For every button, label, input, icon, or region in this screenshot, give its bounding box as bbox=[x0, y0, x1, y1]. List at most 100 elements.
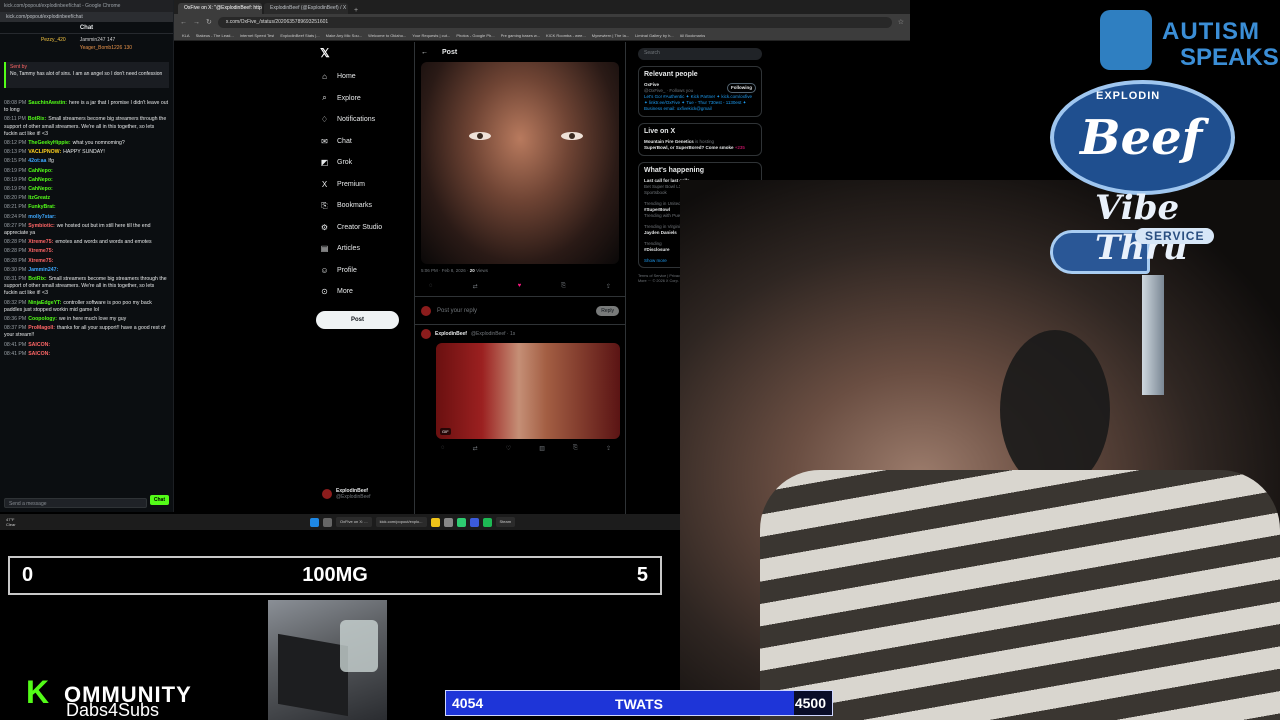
nav-item-articles[interactable]: ▤ Articles bbox=[316, 238, 406, 260]
settings-icon[interactable] bbox=[443, 517, 453, 527]
nav-item-creator-studio[interactable]: ⚙ Creator Studio bbox=[316, 217, 406, 239]
chat-username[interactable]: CahNepo: bbox=[28, 186, 53, 192]
bell-icon: ♢ bbox=[320, 115, 329, 125]
nav-item-home[interactable]: ⌂ Home bbox=[316, 66, 406, 88]
repost-icon[interactable]: ⇄ bbox=[473, 445, 478, 452]
reply-icon[interactable]: ◌ bbox=[429, 283, 433, 290]
spotify-icon[interactable] bbox=[482, 517, 492, 527]
chat-url-bar[interactable]: kick.com/popout/explodinbeef/chat bbox=[0, 12, 173, 22]
reply-author[interactable]: ExplodinBeef bbox=[435, 331, 467, 337]
search-icon[interactable] bbox=[323, 517, 332, 527]
repost-icon[interactable]: ⇄ bbox=[473, 283, 478, 290]
views-icon[interactable]: ▥ bbox=[539, 445, 545, 452]
nav-item-bookmarks[interactable]: ⎘ Bookmarks bbox=[316, 195, 406, 217]
account-switcher[interactable]: ExplodinBeef @ExplodinBeef bbox=[322, 488, 371, 500]
chat-username[interactable]: BotRix: bbox=[28, 276, 46, 282]
bookmark-item[interactable]: Welcome to Oklaho... bbox=[368, 33, 406, 38]
following-button[interactable]: Following bbox=[727, 83, 756, 93]
discord-icon[interactable] bbox=[469, 517, 479, 527]
bookmark-item[interactable]: All Bookmarks bbox=[680, 33, 706, 38]
chat-username[interactable]: SAICON: bbox=[28, 351, 50, 357]
chat-username[interactable]: 42ot:aa bbox=[28, 158, 46, 164]
bookmark-item[interactable]: KLA bbox=[182, 33, 190, 38]
chat-username[interactable]: NinjaEdgeYT: bbox=[28, 300, 61, 306]
nav-item-chat[interactable]: ✉ Chat bbox=[316, 131, 406, 153]
start-icon[interactable] bbox=[310, 517, 319, 527]
bookmark-item[interactable]: Make Any Mic Sou... bbox=[326, 33, 362, 38]
tab-oxfive-post[interactable]: OxFive on X: "@ExplodinBeef: https:// bbox=[178, 3, 262, 14]
chat-username[interactable]: BotRix: bbox=[28, 116, 46, 122]
share-icon[interactable]: ⇪ bbox=[606, 283, 611, 290]
chat-message-input[interactable]: Send a message bbox=[4, 498, 147, 508]
nav-item-premium[interactable]: X Premium bbox=[316, 174, 406, 196]
chat-username[interactable]: Coopology: bbox=[28, 316, 57, 322]
taskbar-steam[interactable]: Steam bbox=[495, 517, 516, 527]
chat-username[interactable]: CahNepo: bbox=[28, 168, 53, 174]
reply-button[interactable]: Reply bbox=[596, 305, 619, 316]
reload-icon[interactable]: ↻ bbox=[206, 18, 212, 26]
chat-username[interactable]: CahNepo: bbox=[28, 177, 53, 183]
home-icon: ⌂ bbox=[322, 72, 327, 82]
chat-username[interactable]: FunkyBrat: bbox=[28, 204, 55, 210]
chat-timestamp: 08:41 PM bbox=[4, 350, 27, 357]
new-tab-icon[interactable]: + bbox=[350, 7, 362, 14]
share-icon[interactable]: ⇪ bbox=[606, 445, 611, 452]
nav-item-profile[interactable]: ☺ Profile bbox=[316, 260, 406, 282]
address-bar[interactable]: x.com/OxFive_/status/2020635789693251601 bbox=[217, 16, 892, 28]
bookmark-item[interactable]: Stakeus - The Lead... bbox=[196, 33, 234, 38]
bookmark-item[interactable]: ExplodinBeef Stats |... bbox=[280, 33, 319, 38]
nav-item-label: Explore bbox=[337, 94, 361, 102]
folder-icon[interactable] bbox=[430, 517, 440, 527]
tab-explodinbeef-profile[interactable]: ExplodinBeef (@ExplodinBeef) / X bbox=[264, 3, 348, 14]
back-arrow-icon[interactable]: ← bbox=[421, 49, 428, 56]
chat-username[interactable]: ItzGreatz bbox=[28, 195, 50, 201]
nav-item-label: Bookmarks bbox=[337, 202, 373, 210]
reply-gif[interactable]: GIF bbox=[436, 343, 620, 439]
bookmark-item[interactable]: Liminal Gallery by h... bbox=[635, 33, 673, 38]
x-logo-icon[interactable]: 𝕏 bbox=[320, 46, 406, 66]
bookmark-item[interactable]: Your Requests | cut... bbox=[412, 33, 450, 38]
xbox-icon[interactable] bbox=[456, 517, 466, 527]
post-button[interactable]: Post bbox=[316, 310, 399, 329]
chat-username[interactable]: SAICON: bbox=[28, 342, 50, 348]
chat-username[interactable]: Jammin247: bbox=[28, 267, 58, 273]
bookmark-icon[interactable]: ⎘ bbox=[561, 283, 566, 290]
chat-username[interactable]: TheGeekyHippie: bbox=[28, 140, 70, 146]
nav-item-grok[interactable]: ◩ Grok bbox=[316, 152, 406, 174]
bookmark-star-icon[interactable]: ☆ bbox=[898, 18, 904, 26]
chat-username[interactable]: ProMagoll: bbox=[28, 325, 55, 331]
chat-username[interactable]: Xtreme75: bbox=[28, 258, 53, 264]
bookmark-item[interactable]: Mynewtern | The Ia... bbox=[592, 33, 629, 38]
bookmark-item[interactable]: Pre gaming bases w... bbox=[501, 33, 540, 38]
like-icon[interactable]: ♡ bbox=[506, 445, 511, 452]
bookmark-item[interactable]: Internet Speed Test bbox=[240, 33, 275, 38]
post-image[interactable] bbox=[421, 62, 619, 264]
bookmark-item[interactable]: KICK Roomba - wee... bbox=[546, 33, 586, 38]
weather-widget[interactable]: 47°F Clear bbox=[6, 517, 16, 527]
reply-icon[interactable]: ◌ bbox=[441, 445, 445, 452]
nav-item-explore[interactable]: ⌕ Explore bbox=[316, 88, 406, 110]
bookmark-icon[interactable]: ⎘ bbox=[573, 445, 578, 452]
reply-post[interactable]: ExplodinBeef @ExplodinBeef · 1s GIF ◌ ⇄ … bbox=[415, 325, 625, 456]
reply-actions: ◌ ⇄ ♡ ▥ ⎘ ⇪ bbox=[421, 439, 619, 452]
nav-item-notifications[interactable]: ♢ Notifications bbox=[316, 109, 406, 131]
chat-username[interactable]: Xtreme75: bbox=[28, 248, 53, 254]
reply-input[interactable]: Post your reply bbox=[437, 308, 590, 314]
taskbar-chrome-kick[interactable]: kick.com/popout/explo... bbox=[375, 517, 427, 527]
x-search-input[interactable]: Search bbox=[638, 48, 762, 60]
like-icon[interactable]: ♥ bbox=[518, 283, 522, 290]
chat-username[interactable]: Symbiotic: bbox=[28, 223, 55, 229]
forward-icon[interactable]: → bbox=[193, 19, 200, 26]
back-icon[interactable]: ← bbox=[180, 19, 187, 26]
chat-message-list[interactable]: 08:08 PM SauchinAwstin: here is a jar that… bbox=[4, 100, 169, 480]
bookmark-item[interactable]: Photos - Google Ph... bbox=[456, 33, 494, 38]
chat-send-button[interactable]: Chat bbox=[149, 495, 169, 505]
live-space[interactable]: Mountain Fire Genetics is hosting SuperB… bbox=[644, 139, 756, 151]
sub-goal-bar: 4054 4500 TWATS bbox=[445, 690, 833, 716]
taskbar-chrome-x[interactable]: OxFive on X: ... bbox=[336, 517, 372, 527]
chat-username[interactable]: Xtreme75: bbox=[28, 239, 53, 245]
chat-username[interactable]: VACLIPNOW: bbox=[28, 149, 61, 155]
chat-username[interactable]: SauchinAwstin: bbox=[28, 100, 67, 106]
chat-username[interactable]: molly7star: bbox=[28, 214, 56, 220]
nav-item-more[interactable]: ⊙ More bbox=[316, 281, 406, 303]
